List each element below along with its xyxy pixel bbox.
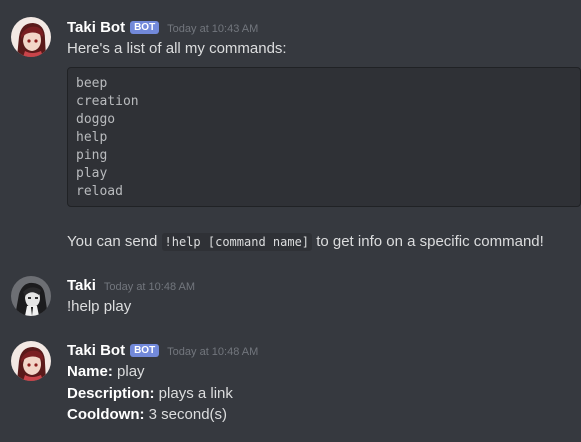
message-header: Taki Bot BOT Today at 10:48 AM [67,342,258,359]
command-item: doggo [76,112,116,127]
message-text: Here's a list of all my commands: [67,40,287,57]
field-value: plays a link [154,385,233,402]
field-cooldown: Cooldown: 3 second(s) [67,405,227,425]
timestamp[interactable]: Today at 10:48 AM [104,281,195,293]
code-block: beep creation doggo help ping play reloa… [67,67,581,207]
message-text: !help play [67,298,132,315]
username[interactable]: Taki Bot [67,342,125,359]
command-item: ping [76,148,108,163]
field-name: Name: play [67,362,145,382]
username[interactable]: Taki Bot [67,19,125,36]
field-description: Description: plays a link [67,384,233,404]
bot-avatar-icon[interactable] [11,341,51,381]
command-item: creation [76,94,139,109]
timestamp[interactable]: Today at 10:43 AM [167,23,258,35]
command-item: help [76,130,108,145]
bot-badge: BOT [130,21,160,34]
command-item: beep [76,76,108,91]
message-header: Taki Today at 10:48 AM [67,277,195,294]
message-header: Taki Bot BOT Today at 10:43 AM [67,19,258,36]
bot-avatar-icon[interactable] [11,17,51,57]
field-label: Cooldown: [67,406,145,423]
timestamp[interactable]: Today at 10:48 AM [167,346,258,358]
command-item: play [76,166,108,181]
bot-badge: BOT [130,344,160,357]
field-label: Name: [67,363,113,380]
command-item: reload [76,184,123,199]
user-avatar-icon[interactable] [11,276,51,316]
hint-after: to get info on a specific command! [312,233,544,250]
hint-before: You can send [67,233,162,250]
field-value: 3 second(s) [144,406,228,423]
field-value: play [112,363,145,380]
field-label: Description: [67,385,155,402]
username[interactable]: Taki [67,277,96,294]
help-hint-text: You can send !help [command name] to get… [67,232,544,252]
inline-code: !help [command name] [161,233,313,251]
